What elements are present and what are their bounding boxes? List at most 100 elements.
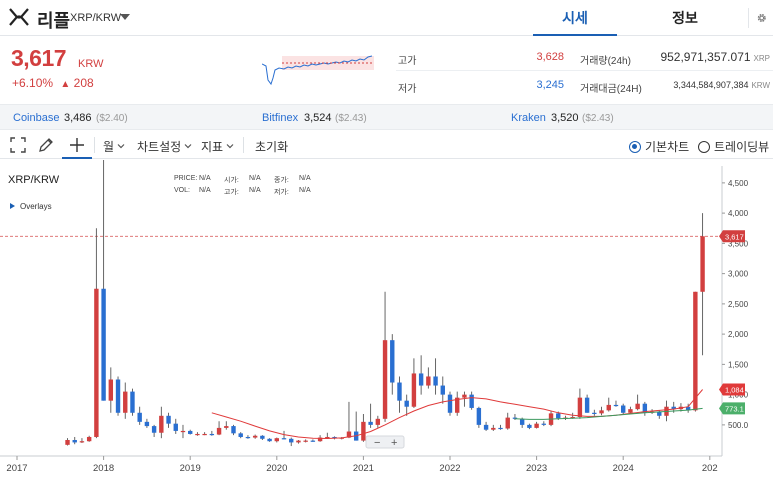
candle-body[interactable] (498, 427, 503, 430)
candle-body[interactable] (79, 441, 85, 443)
candle-body[interactable] (101, 288, 106, 401)
volume-value: 952,971,357.071 (660, 50, 751, 64)
zoom-control[interactable] (365, 435, 405, 449)
candle-body[interactable] (195, 433, 200, 436)
candle-body[interactable] (310, 440, 316, 442)
candle-body[interactable] (592, 412, 597, 414)
candle-body[interactable] (144, 421, 150, 427)
gear-icon[interactable] (748, 8, 768, 28)
exchange-bitfinex[interactable]: Bitfinex (262, 112, 298, 124)
candle-body[interactable] (700, 236, 705, 292)
candle-body[interactable] (281, 438, 287, 440)
candle-body[interactable] (274, 438, 279, 442)
candle-body[interactable] (303, 440, 308, 442)
tradingview-radio[interactable]: 트레이딩뷰 (698, 138, 769, 155)
candle-body[interactable] (541, 423, 547, 425)
candle-body[interactable] (137, 412, 142, 422)
candle-body[interactable] (447, 394, 453, 413)
candle-body[interactable] (202, 433, 207, 436)
ohlc-vol-value: N/A (199, 187, 211, 194)
candle-body[interactable] (231, 426, 236, 434)
draw-pencil-icon[interactable] (38, 137, 54, 153)
candle-body[interactable] (606, 404, 611, 411)
candle-body[interactable] (72, 440, 77, 443)
candle-body[interactable] (635, 403, 640, 410)
candle-body[interactable] (693, 291, 698, 411)
candle-body[interactable] (245, 436, 251, 439)
candle-body[interactable] (556, 413, 561, 419)
zoom-in-button[interactable]: + (391, 437, 397, 449)
candle-body[interactable] (382, 340, 388, 419)
candle-body[interactable] (621, 405, 626, 413)
candle-body[interactable] (469, 394, 474, 408)
candle-body[interactable] (180, 430, 186, 433)
overlays-toggle[interactable]: Overlays (10, 202, 52, 211)
candle-body[interactable] (483, 424, 489, 430)
tab-quote[interactable]: 시세 (533, 0, 617, 36)
candle-body[interactable] (534, 423, 539, 428)
candle-body[interactable] (628, 409, 633, 413)
candle-body[interactable] (151, 426, 157, 433)
candle-body[interactable] (527, 424, 532, 428)
candle-body[interactable] (505, 417, 510, 429)
basic-chart-radio[interactable]: 기본차트 (629, 138, 689, 155)
candle-body[interactable] (584, 397, 590, 413)
candle-body[interactable] (173, 423, 178, 431)
candle-body[interactable] (577, 397, 583, 418)
candle-body[interactable] (260, 435, 265, 439)
zoom-out-button[interactable]: − (374, 437, 380, 449)
candle-body[interactable] (209, 433, 215, 436)
coin-dropdown-icon[interactable] (119, 12, 131, 22)
candle-body[interactable] (390, 340, 395, 383)
candle-body[interactable] (159, 415, 164, 433)
indicators-menu[interactable]: 지표 (201, 138, 234, 155)
candle-body[interactable] (123, 391, 128, 413)
exchange-kraken[interactable]: Kraken (511, 112, 546, 124)
candle-body[interactable] (404, 400, 409, 407)
candle-body[interactable] (476, 407, 482, 425)
candle-body[interactable] (238, 433, 243, 437)
period-select[interactable]: 월 (103, 138, 125, 155)
candle-body[interactable] (65, 440, 70, 445)
volume-field: 952,971,357.071 XRP (640, 50, 770, 64)
candle-body[interactable] (368, 421, 373, 425)
candle-body[interactable] (296, 440, 301, 443)
candle-body[interactable] (426, 376, 431, 386)
reset-button[interactable]: 초기화 (255, 138, 288, 155)
fullscreen-icon[interactable] (10, 137, 26, 153)
crosshair-tool-button[interactable] (62, 131, 92, 159)
candle-body[interactable] (108, 379, 114, 401)
candle-body[interactable] (130, 391, 135, 413)
candle-body[interactable] (289, 438, 294, 443)
candle-body[interactable] (166, 415, 171, 424)
candle-body[interactable] (188, 430, 193, 434)
candle-body[interactable] (361, 421, 366, 441)
candle-body[interactable] (216, 427, 222, 435)
ohlc-open-value: N/A (249, 175, 261, 182)
candle-body[interactable] (613, 404, 619, 407)
candle-body[interactable] (462, 394, 467, 398)
x-tick-label: 202 (702, 463, 718, 474)
candle-body[interactable] (94, 288, 99, 437)
app-header: 리플 XRP/KRW 시세 정보 (0, 0, 773, 36)
candle-body[interactable] (440, 385, 445, 395)
tab-info[interactable]: 정보 (643, 0, 727, 36)
candle-body[interactable] (252, 435, 258, 438)
change-up-icon: ▲ (60, 79, 71, 90)
candle-body[interactable] (411, 373, 417, 407)
candle-body[interactable] (433, 376, 438, 386)
candle-body[interactable] (397, 382, 402, 401)
candle-body[interactable] (599, 410, 604, 414)
candle-body[interactable] (267, 438, 272, 442)
candle-body[interactable] (418, 373, 424, 386)
candle-body[interactable] (519, 418, 525, 425)
candle-body[interactable] (224, 426, 229, 428)
candle-body[interactable] (115, 379, 121, 413)
candle-body[interactable] (86, 436, 92, 442)
chart-settings-menu[interactable]: 차트설정 (137, 138, 192, 155)
candle-body[interactable] (375, 418, 381, 425)
ohlc-close-label: 종가: (274, 177, 289, 184)
candlestick-chart[interactable]: 500.01,0001,5002,0002,5003,0003,5004,000… (0, 160, 773, 484)
exchange-coinbase[interactable]: Coinbase (13, 112, 59, 124)
candle-body[interactable] (491, 427, 496, 430)
